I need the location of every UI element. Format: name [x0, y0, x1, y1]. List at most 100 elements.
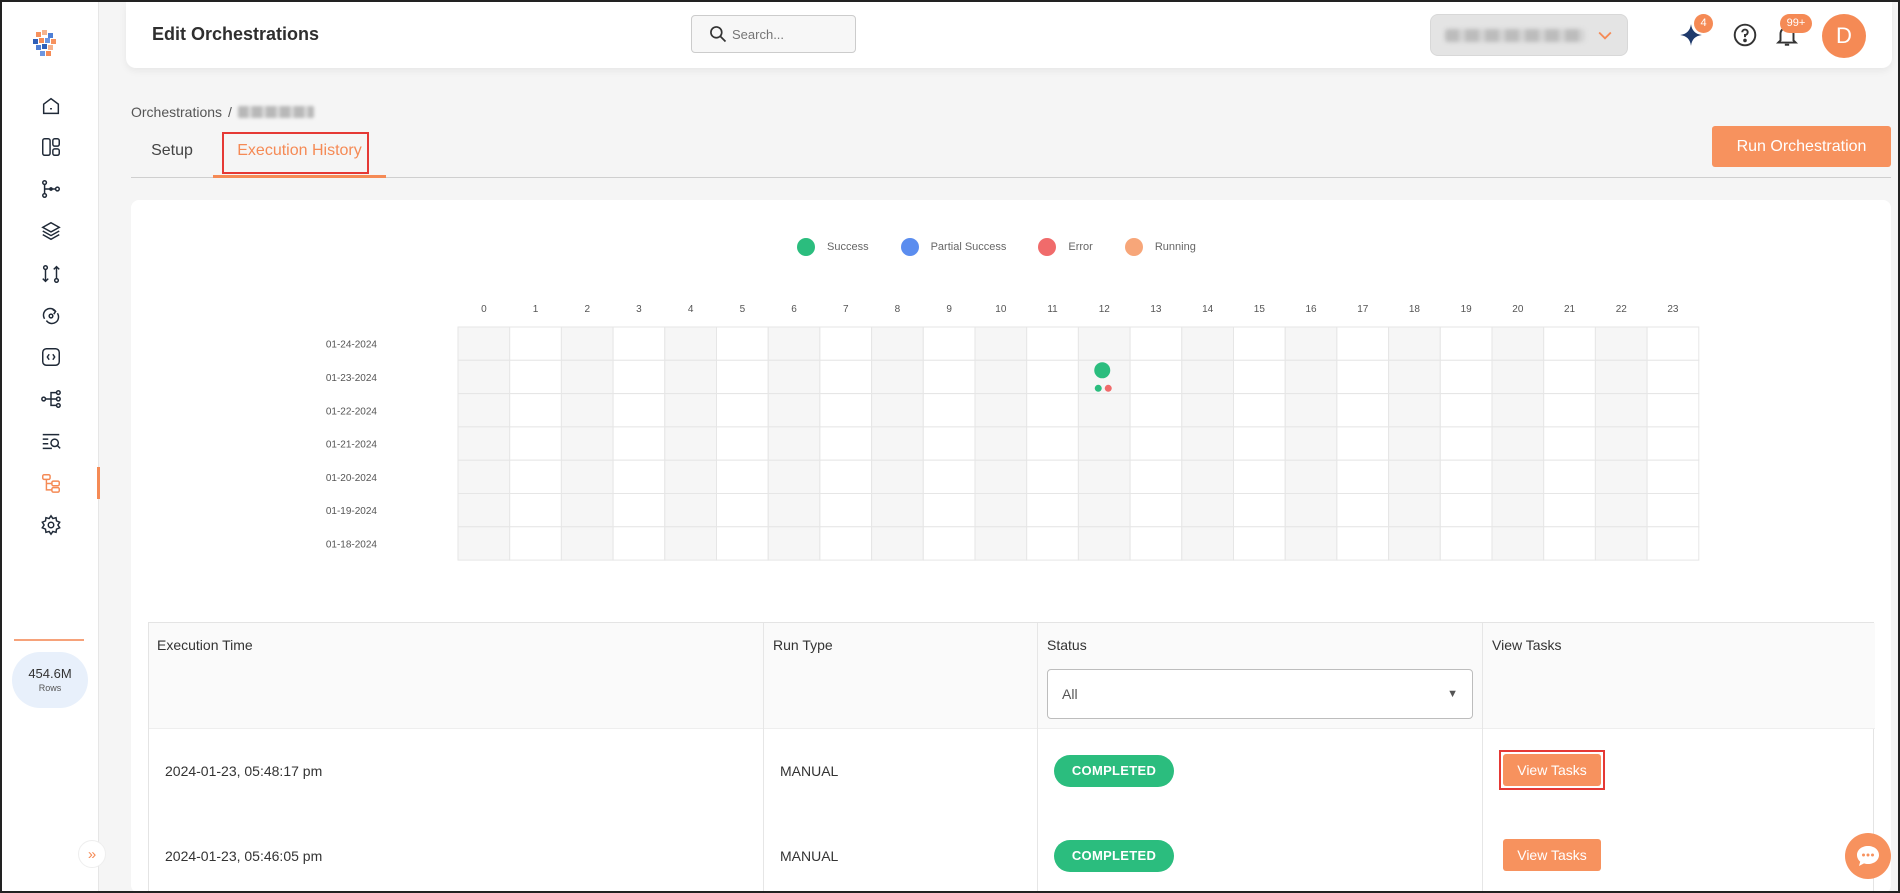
heatmap-cell — [1181, 459, 1234, 494]
heatmap-cell — [1077, 459, 1131, 494]
nav-lineage[interactable] — [2, 379, 99, 419]
nav-code[interactable] — [2, 337, 99, 377]
tabs-bar: Setup Execution History — [131, 132, 1891, 178]
heatmap-cell — [922, 326, 976, 361]
hour-label: 13 — [1150, 304, 1162, 315]
double-chevron-right-icon: » — [87, 845, 97, 863]
heatmap-cell — [1233, 459, 1286, 494]
user-avatar[interactable]: D — [1822, 14, 1866, 58]
run-orchestration-button[interactable]: Run Orchestration — [1712, 126, 1891, 167]
app-logo[interactable] — [28, 26, 64, 62]
status-badge: COMPLETED — [1054, 755, 1174, 787]
heatmap-cell — [767, 493, 821, 528]
status-filter-select[interactable]: All ▼ — [1047, 669, 1473, 719]
heatmap-cell — [1336, 493, 1390, 528]
heatmap-cell — [1594, 426, 1648, 461]
heatmap-cell — [716, 359, 769, 395]
legend-item-success: Success — [797, 238, 869, 256]
heatmap-cell — [509, 459, 562, 494]
query-icon — [42, 433, 61, 450]
heatmap-cell — [612, 359, 666, 395]
heatmap-cell — [509, 326, 562, 361]
table-row: 2024-01-23, 05:48:17 pm MANUAL COMPLETED… — [149, 731, 1875, 815]
run-type: MANUAL — [780, 763, 839, 779]
legend-label: Partial Success — [930, 241, 1007, 253]
nav-query[interactable] — [2, 421, 99, 461]
legend-item-partial-success: Partial Success — [900, 238, 1007, 256]
heatmap-cell — [716, 493, 769, 528]
workspace-selector[interactable] — [1430, 14, 1628, 56]
search-box[interactable] — [691, 15, 856, 53]
heatmap-cell — [819, 493, 873, 528]
heatmap-cell — [1646, 459, 1700, 494]
heatmap-cell — [560, 326, 614, 361]
nav-pipelines[interactable] — [2, 169, 99, 209]
heatmap-cell — [1026, 526, 1079, 561]
header-view-tasks: View Tasks — [1492, 637, 1562, 653]
nav-home[interactable] — [2, 86, 99, 126]
nav-sync[interactable] — [2, 296, 99, 336]
heatmap-cell — [1491, 359, 1545, 395]
chat-bubble-icon — [1857, 846, 1879, 866]
heatmap-cell — [1284, 426, 1338, 461]
heatmap-cell — [1077, 493, 1131, 528]
nav-layers[interactable] — [2, 211, 99, 251]
hour-label: 4 — [688, 304, 694, 315]
heatmap-cell — [871, 526, 924, 561]
expand-sidebar-button[interactable]: » — [78, 840, 106, 868]
nav-dashboard[interactable] — [2, 127, 99, 167]
heatmap-cell — [457, 493, 511, 528]
heatmap-cell — [1491, 459, 1545, 494]
heatmap-cell — [974, 393, 1028, 428]
status-badge: COMPLETED — [1054, 840, 1174, 872]
tab-execution-history[interactable]: Execution History — [213, 132, 386, 178]
chat-support-button[interactable] — [1845, 833, 1891, 879]
heatmap-cell — [1543, 359, 1596, 395]
heatmap-cell — [1336, 526, 1390, 561]
heatmap-cell — [1543, 459, 1596, 494]
pipeline-icon — [41, 180, 60, 198]
heatmap-cell — [509, 426, 562, 461]
workspace-name-redacted — [1445, 29, 1585, 42]
heatmap-cell — [1129, 459, 1183, 494]
heatmap-cell — [509, 393, 562, 428]
legend-item-running: Running — [1124, 238, 1196, 256]
breadcrumb: Orchestrations / — [131, 104, 314, 120]
date-label: 01-24-2024 — [326, 340, 378, 351]
heatmap-cell — [1439, 459, 1493, 494]
heatmap-cell — [819, 526, 873, 561]
heatmap-cell — [1181, 493, 1234, 528]
heatmap-cell — [1491, 426, 1545, 461]
hour-label: 5 — [740, 304, 746, 315]
date-label: 01-23-2024 — [326, 373, 378, 384]
nav-orchestration[interactable] — [2, 463, 100, 503]
tab-setup[interactable]: Setup — [131, 132, 213, 178]
heatmap-cell — [1594, 459, 1648, 494]
heatmap-cell — [1233, 393, 1286, 428]
ai-badge: 4 — [1694, 14, 1713, 33]
view-tasks-button[interactable]: View Tasks — [1503, 839, 1601, 871]
heatmap-cell — [1129, 493, 1183, 528]
heatmap-cell — [1026, 393, 1079, 428]
search-input[interactable] — [732, 26, 842, 42]
heatmap-cell — [1026, 493, 1079, 528]
heatmap-cell — [716, 459, 769, 494]
heatmap-cell — [716, 426, 769, 461]
heatmap-cell — [612, 393, 666, 428]
highlight-box — [222, 132, 369, 174]
heatmap-cell — [871, 393, 924, 428]
heatmap-cell — [871, 459, 924, 494]
heatmap-cell — [1284, 459, 1338, 494]
view-tasks-button[interactable]: View Tasks — [1503, 754, 1601, 786]
nav-settings[interactable] — [2, 505, 99, 545]
date-label: 01-22-2024 — [326, 406, 378, 417]
hour-label: 11 — [1047, 304, 1058, 315]
help-icon[interactable] — [1732, 22, 1758, 48]
nav-transform[interactable] — [2, 254, 99, 294]
breadcrumb-root-link[interactable]: Orchestrations — [131, 104, 222, 120]
heatmap-cell — [922, 359, 976, 395]
heatmap-cell — [716, 526, 769, 561]
rows-value: 454.6M — [28, 666, 72, 681]
breadcrumb-separator: / — [228, 104, 232, 120]
heatmap-cell — [1077, 393, 1131, 428]
